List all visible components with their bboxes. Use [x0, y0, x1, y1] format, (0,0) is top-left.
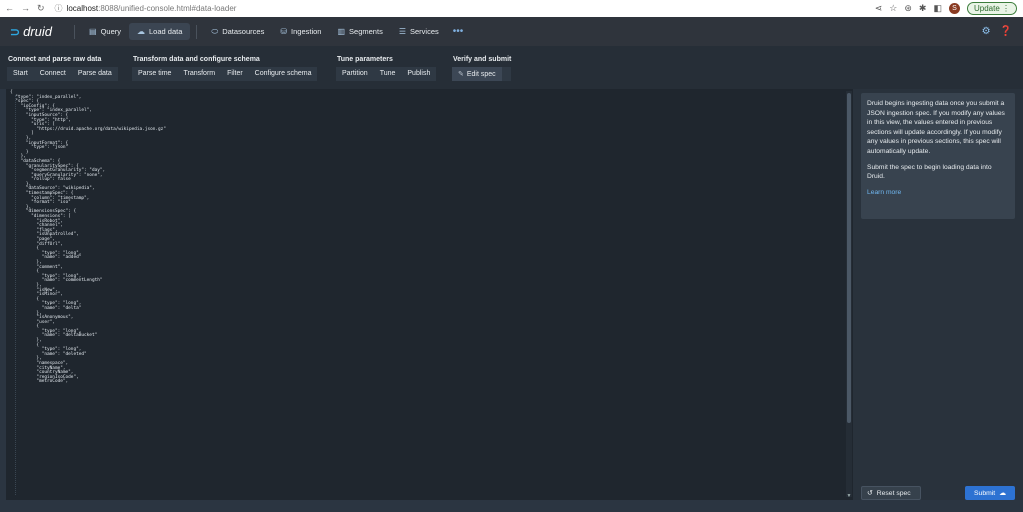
indent-guide	[15, 95, 16, 495]
divider	[74, 24, 75, 39]
step-buttons: Parse time Transform Filter Configure sc…	[132, 67, 318, 81]
scrollbar-thumb[interactable]	[847, 93, 851, 423]
editor-scrollbar[interactable]: ▼	[846, 91, 852, 499]
footer-strip	[0, 500, 1023, 512]
star-icon[interactable]: ☆	[889, 3, 897, 14]
step-group-connect: Connect and parse raw data Start Connect…	[7, 56, 118, 81]
step-buttons: Start Connect Parse data	[7, 67, 118, 81]
druid-header: ⊃ druid ▤ Query ☁ Load data ⬭ Datasources ⛁…	[0, 17, 1023, 46]
step-parse-time[interactable]: Parse time	[132, 67, 177, 81]
step-group-title: Connect and parse raw data	[8, 56, 102, 63]
side-panel: Druid begins ingesting data once you sub…	[853, 89, 1023, 500]
more-icon[interactable]: •••	[447, 26, 470, 37]
step-group-title: Transform data and configure schema	[133, 56, 260, 63]
cloud-upload-icon: ☁	[137, 27, 145, 36]
reload-icon[interactable]: ↻	[37, 3, 45, 14]
info-callout: Druid begins ingesting data once you sub…	[861, 93, 1015, 219]
puzzle-icon[interactable]: ✱	[919, 3, 927, 14]
ingestion-icon: ⛁	[280, 27, 288, 36]
info-paragraph: Submit the spec to begin loading data in…	[867, 163, 992, 181]
step-buttons: Partition Tune Publish	[336, 67, 437, 81]
avatar[interactable]: S	[948, 3, 960, 14]
step-start[interactable]: Start	[7, 67, 34, 81]
edit-spec-icon: ✎	[458, 71, 464, 78]
reset-spec-button[interactable]: ↺ Reset spec	[861, 486, 921, 500]
tab-label: Services	[410, 27, 439, 36]
browser-actions: ⋖ ☆ ⊛ ✱ ◧ S Update ⋮	[875, 2, 1023, 15]
druid-logo-icon: ⊃	[10, 24, 21, 39]
query-icon: ▤	[89, 27, 97, 36]
step-group-transform: Transform data and configure schema Pars…	[132, 56, 318, 81]
submit-button[interactable]: Submit ☁	[965, 486, 1015, 500]
info-icon[interactable]: ⓘ	[55, 3, 63, 14]
step-partition[interactable]: Partition	[336, 67, 374, 81]
tab-label: Ingestion	[291, 27, 322, 36]
url-host: localhost	[66, 4, 99, 13]
extension-icon[interactable]: ⊛	[904, 3, 912, 14]
tab-query[interactable]: ▤ Query	[81, 23, 129, 40]
tab-load-data[interactable]: ☁ Load data	[129, 23, 191, 40]
step-label: Edit spec	[466, 71, 496, 78]
tab-label: Datasources	[222, 27, 265, 36]
step-parse-data[interactable]: Parse data	[72, 67, 118, 81]
reset-label: Reset spec	[876, 489, 911, 497]
submit-label: Submit	[974, 489, 996, 497]
step-transform[interactable]: Transform	[177, 67, 221, 81]
share-icon[interactable]: ⋖	[875, 3, 883, 14]
help-icon[interactable]: ❓	[1000, 26, 1012, 37]
datasource-icon: ⬭	[211, 26, 219, 36]
tab-ingestion[interactable]: ⛁ Ingestion	[272, 23, 329, 40]
cloud-upload-icon: ☁	[999, 490, 1006, 497]
spec-json-text[interactable]: { "type": "index_parallel", "spec": { "i…	[6, 89, 853, 385]
step-configure-schema[interactable]: Configure schema	[249, 67, 318, 81]
step-edit-spec[interactable]: ✎ Edit spec	[452, 67, 502, 81]
forward-arrow-icon[interactable]: →	[21, 3, 30, 14]
scroll-down-icon[interactable]: ▼	[846, 493, 852, 499]
services-icon: ☰	[398, 27, 406, 36]
info-paragraph: Druid begins ingesting data once you sub…	[867, 100, 1005, 155]
step-group-title: Verify and submit	[453, 56, 512, 63]
tab-label: Query	[100, 27, 121, 36]
step-filter[interactable]: Filter	[221, 67, 249, 81]
browser-toolbar: ← → ↻ ⓘ localhost:8088/unified-console.h…	[0, 0, 1023, 17]
update-label: Update	[973, 4, 1000, 13]
header-actions: ⚙ ❓	[982, 26, 1023, 37]
divider	[196, 24, 198, 39]
gear-icon[interactable]: ⚙	[982, 26, 991, 37]
tab-services[interactable]: ☰ Services	[391, 23, 447, 40]
step-group-verify: Verify and submit ✎ Edit spec	[452, 56, 512, 81]
step-group-tune: Tune parameters Partition Tune Publish	[336, 56, 437, 81]
step-buttons: ✎ Edit spec	[452, 67, 512, 81]
tab-label: Load data	[149, 27, 183, 36]
reset-icon: ↺	[867, 490, 873, 497]
sidebar-icon[interactable]: ◧	[933, 3, 942, 14]
step-connect[interactable]: Connect	[34, 67, 72, 81]
druid-logo[interactable]: ⊃ druid	[0, 24, 68, 39]
back-arrow-icon[interactable]: ←	[5, 3, 14, 14]
step-group-title: Tune parameters	[337, 56, 393, 63]
url-path: :8088/unified-console.html#data-loader	[98, 4, 237, 13]
tab-label: Segments	[349, 27, 383, 36]
learn-more-link[interactable]: Learn more	[867, 189, 901, 196]
tab-datasources[interactable]: ⬭ Datasources	[203, 23, 272, 41]
segments-icon: ▥	[337, 27, 346, 36]
tab-segments[interactable]: ▥ Segments	[329, 23, 390, 40]
step-tune[interactable]: Tune	[374, 67, 402, 81]
browser-nav: ← → ↻	[0, 3, 45, 14]
step-publish[interactable]: Publish	[401, 67, 436, 81]
address-bar[interactable]: ⓘ localhost:8088/unified-console.html#da…	[55, 3, 237, 14]
spec-editor[interactable]: { "type": "index_parallel", "spec": { "i…	[6, 89, 853, 500]
update-button[interactable]: Update ⋮	[966, 2, 1017, 15]
logo-text: druid	[23, 24, 52, 39]
loader-steps: Connect and parse raw data Start Connect…	[0, 46, 1023, 89]
